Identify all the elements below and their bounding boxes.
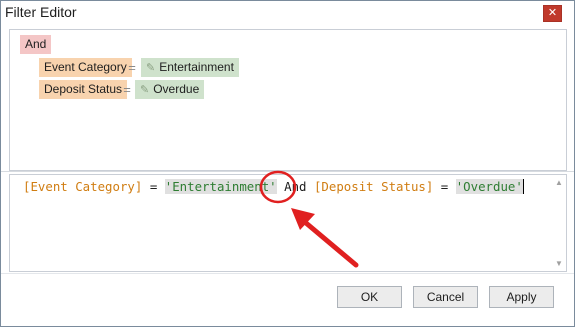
- condition-1-field[interactable]: Event Category: [39, 58, 132, 77]
- condition-2-operator[interactable]: =: [120, 80, 134, 99]
- close-icon: ✕: [547, 7, 558, 19]
- apply-button-label: Apply: [506, 290, 537, 304]
- window-title: Filter Editor: [5, 4, 77, 20]
- expr-operator-2: =: [433, 179, 456, 194]
- scroll-down-icon[interactable]: ▼: [555, 259, 563, 268]
- expr-value-2: 'Overdue': [455, 179, 523, 194]
- condition-2-field[interactable]: Deposit Status: [39, 80, 128, 99]
- text-caret: [522, 179, 524, 194]
- expr-value-1: 'Entertainment': [164, 179, 277, 194]
- filter-tree-panel: And Event Category = ✎ Entertainment Depo…: [9, 29, 567, 171]
- cancel-button-label: Cancel: [426, 290, 465, 304]
- expr-and-keyword: And: [276, 179, 314, 194]
- group-operator-and[interactable]: And: [20, 35, 52, 54]
- condition-1-value[interactable]: ✎ Entertainment: [141, 58, 239, 77]
- close-button[interactable]: ✕: [543, 5, 562, 22]
- condition-2-field-label: Deposit Status: [44, 82, 123, 96]
- condition-1-field-label: Event Category: [44, 60, 127, 74]
- condition-1-value-label: Entertainment: [159, 60, 234, 74]
- title-bar: Filter Editor ✕: [1, 1, 574, 23]
- expr-operator-1: =: [142, 179, 165, 194]
- ok-button-label: OK: [360, 290, 379, 304]
- filter-editor-window: Filter Editor ✕ And Event Category = ✎ En…: [0, 0, 575, 327]
- apply-button[interactable]: Apply: [489, 286, 554, 308]
- pencil-icon: ✎: [140, 84, 150, 96]
- cancel-button[interactable]: Cancel: [413, 286, 478, 308]
- expression-text[interactable]: [Event Category] = 'Entertainment' And […: [23, 179, 524, 195]
- group-operator-label: And: [25, 37, 47, 51]
- condition-2-value-label: Overdue: [153, 82, 200, 96]
- pencil-icon: ✎: [146, 62, 156, 74]
- footer-divider: [1, 273, 574, 274]
- expression-editor[interactable]: [Event Category] = 'Entertainment' And […: [9, 174, 567, 272]
- condition-1-operator[interactable]: =: [125, 58, 139, 77]
- vertical-scrollbar[interactable]: ▲ ▼: [552, 175, 566, 271]
- panel-splitter[interactable]: [1, 171, 574, 172]
- expr-field-2: [Deposit Status]: [313, 179, 434, 194]
- scroll-up-icon[interactable]: ▲: [555, 178, 563, 187]
- ok-button[interactable]: OK: [337, 286, 402, 308]
- condition-2-value[interactable]: ✎ Overdue: [135, 80, 205, 99]
- expr-field-1: [Event Category]: [23, 179, 143, 194]
